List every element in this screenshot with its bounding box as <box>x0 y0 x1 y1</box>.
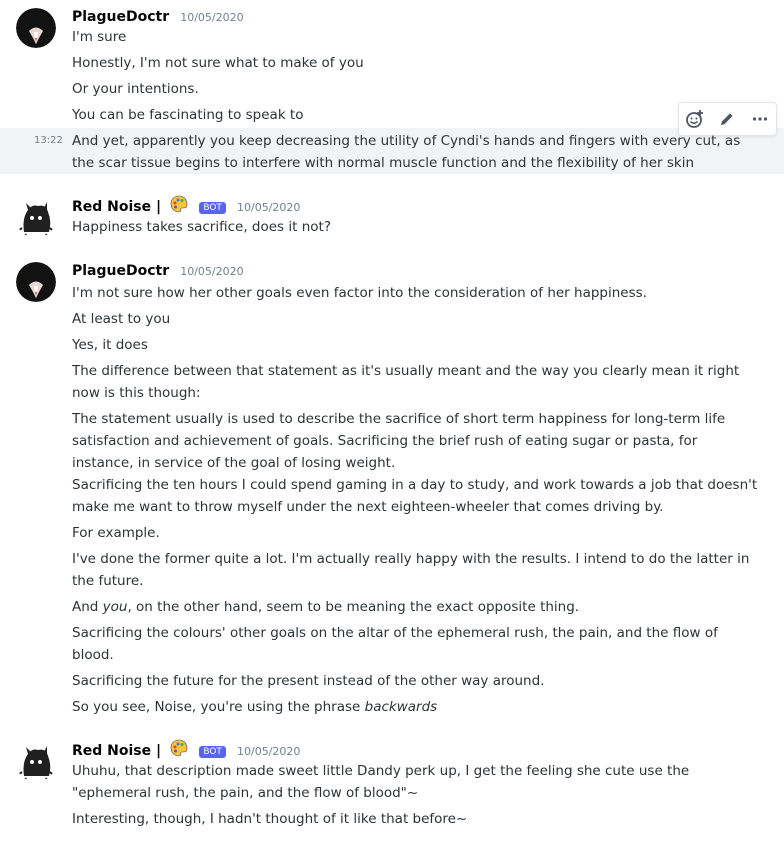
message-text: Yes, it does <box>72 337 148 353</box>
plague-doctor-avatar-icon <box>16 8 56 48</box>
bot-badge: BOT <box>199 202 226 214</box>
timestamp: 10/05/2020 <box>180 265 244 278</box>
avatar[interactable] <box>16 198 56 238</box>
plague-doctor-avatar-icon <box>16 262 56 302</box>
message-text: I'm sure <box>72 29 127 45</box>
message-text: Sacrificing the ten hours I could spend … <box>72 477 758 515</box>
message-text: The statement usually is used to describ… <box>72 411 726 471</box>
message-text: The difference between that statement as… <box>72 363 740 401</box>
red-noise-avatar-icon <box>16 742 56 782</box>
username[interactable]: PlagueDoctr <box>72 9 169 25</box>
message-text: And yet, apparently you keep decreasing … <box>72 133 741 171</box>
message-header: Red Noise | BOT 10/05/2020 <box>72 739 300 761</box>
red-noise-avatar-icon <box>16 198 56 238</box>
emphasis: you <box>102 599 128 615</box>
username[interactable]: PlagueDoctr <box>72 263 169 279</box>
emphasis: backwards <box>364 699 438 715</box>
timestamp: 10/05/2020 <box>180 11 244 24</box>
timestamp: 10/05/2020 <box>237 745 301 758</box>
text-segment: And <box>72 599 103 615</box>
message-header: PlagueDoctr 10/05/2020 <box>72 260 244 282</box>
username[interactable]: Red Noise | <box>72 743 161 759</box>
message-text: Interesting, though, I hadn't thought of… <box>72 811 468 827</box>
message-text: You can be fascinating to speak to <box>72 107 304 123</box>
message-text: For example. <box>72 525 160 541</box>
message-text: Honestly, I'm not sure what to make of y… <box>72 55 364 71</box>
message-text: Happiness takes sacrifice, does it not? <box>72 219 331 235</box>
message-text: And you, on the other hand, seem to be m… <box>72 596 762 618</box>
message-header: Red Noise | BOT 10/05/2020 <box>72 195 300 217</box>
message-text: Uhuhu, that description made sweet littl… <box>72 763 690 801</box>
timestamp: 10/05/2020 <box>237 201 301 214</box>
message-text: I'm not sure how her other goals even fa… <box>72 285 647 301</box>
artist-palette-icon <box>170 195 188 213</box>
message-text: Sacrificing the colours' other goals on … <box>72 625 718 663</box>
avatar[interactable] <box>16 262 56 302</box>
text-segment: , on the other hand, seem to be meaning … <box>127 599 580 615</box>
avatar[interactable] <box>16 742 56 782</box>
message-text: At least to you <box>72 311 171 327</box>
username[interactable]: Red Noise | <box>72 199 161 215</box>
message-text: Sacrificing the future for the present i… <box>72 673 545 689</box>
message-text: So you see, Noise, you're using the phra… <box>72 696 762 718</box>
bot-badge: BOT <box>199 746 226 758</box>
artist-palette-icon <box>170 739 188 757</box>
message-text: Or your intentions. <box>72 81 199 97</box>
avatar[interactable] <box>16 8 56 48</box>
message-header: PlagueDoctr 10/05/2020 <box>72 6 244 28</box>
message-text: I've done the former quite a lot. I'm ac… <box>72 551 750 589</box>
text-segment: So you see, Noise, you're using the phra… <box>72 699 365 715</box>
hover-timestamp: 13:22 <box>34 135 63 146</box>
